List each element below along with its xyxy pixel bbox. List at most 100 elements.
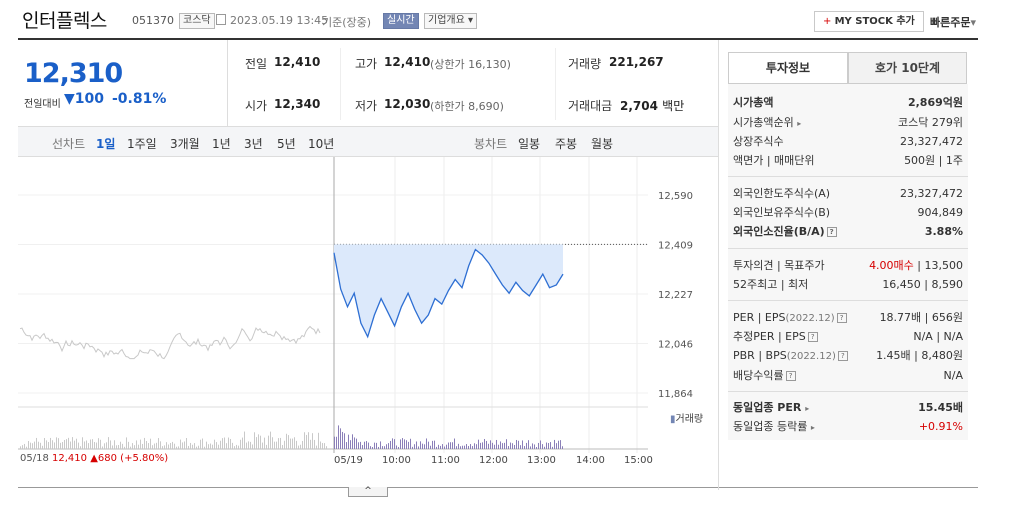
tab-monthly[interactable]: 월봉 — [591, 135, 613, 152]
help-icon[interactable]: ? — [826, 227, 837, 237]
tab-3year[interactable]: 3년 — [244, 135, 263, 152]
help-icon[interactable]: ? — [836, 313, 847, 323]
volume-bar — [126, 437, 127, 449]
volume-bar — [44, 438, 45, 449]
collapse-button[interactable]: ^ — [348, 487, 388, 497]
y-tick-label: 12,046 — [658, 340, 693, 351]
volume-bar — [290, 438, 291, 449]
volume-bar — [244, 431, 245, 449]
y-tick-label: 12,409 — [658, 241, 693, 252]
volume-bar — [556, 443, 557, 449]
x-tick-label: 15:00 — [624, 455, 653, 466]
tab-1week[interactable]: 1주일 — [127, 135, 157, 152]
sector-rate-row[interactable]: 동일업종 등락률 ▸ +0.91% — [733, 419, 963, 435]
tab-10year[interactable]: 10년 — [308, 135, 334, 152]
volume-bar — [362, 445, 363, 449]
y-tick-label: 12,590 — [658, 191, 693, 202]
sector-per-value: 15.45배 — [918, 401, 963, 414]
realtime-badge: 실시간 — [383, 13, 419, 29]
my-stock-button[interactable]: + MY STOCK 추가 — [814, 11, 924, 32]
volume-bar — [446, 444, 447, 449]
volume-bar — [496, 439, 497, 449]
help-icon[interactable]: ? — [837, 351, 848, 361]
sector-per-label: 동일업종 PER — [733, 401, 802, 414]
quick-order-button[interactable]: 빠른주문▾ — [930, 14, 976, 30]
per-value: 18.77배 | 656원 — [879, 311, 963, 324]
divider — [728, 300, 968, 301]
company-overview-button[interactable]: 기업개요 ▾ — [424, 13, 478, 29]
volume-bar — [292, 438, 293, 449]
volume-bar — [178, 446, 179, 449]
est-per-value: N/A | N/A — [913, 330, 963, 343]
volume-bar — [122, 443, 123, 449]
help-icon[interactable]: ? — [807, 332, 818, 342]
opinion-row: 투자의견 | 목표주가 4.00매수 | 13,500 — [733, 258, 963, 274]
tab-order-book[interactable]: 호가 10단계 — [848, 52, 967, 84]
volume-bar — [380, 441, 381, 449]
par-row: 액면가 | 매매단위 500원 | 1주 — [733, 153, 963, 169]
chevron-right-icon: ▸ — [810, 423, 815, 432]
tab-5year[interactable]: 5년 — [277, 135, 296, 152]
price-chart: 12,590 12,409 12,227 12,046 11,864 05/19 10:0… — [18, 157, 693, 466]
volume-bar — [338, 425, 339, 449]
volume-bar — [136, 440, 137, 449]
tab-1day[interactable]: 1일 — [96, 135, 115, 152]
volume-bar — [110, 440, 111, 449]
plus-icon: + — [823, 16, 832, 27]
help-icon[interactable]: ? — [785, 371, 796, 381]
volume-bar — [236, 444, 237, 449]
volume-bar — [348, 434, 349, 449]
low-label: 저가 — [355, 99, 378, 113]
volume-bar — [376, 442, 377, 449]
chevron-right-icon: ▸ — [797, 119, 802, 128]
w52-value: 16,450 | 8,590 — [882, 278, 963, 291]
tab-3month[interactable]: 3개월 — [170, 135, 200, 152]
tab-invest-info[interactable]: 투자정보 — [728, 52, 848, 84]
volume-bar — [530, 446, 531, 449]
volume-bar — [540, 440, 541, 449]
high-label: 고가 — [355, 57, 378, 71]
volume-bar — [488, 443, 489, 449]
volume-bar — [498, 444, 499, 449]
volume-bar — [38, 441, 39, 449]
volume-bar — [154, 443, 155, 449]
par-value: 500원 | 1주 — [904, 154, 963, 167]
tab-weekly[interactable]: 주봉 — [555, 135, 577, 152]
company-overview-label: 기업개요 — [428, 15, 465, 26]
line-chart-label: 선차트 — [52, 137, 86, 151]
par-label: 액면가 | 매매단위 — [733, 154, 815, 167]
volume-bar — [156, 442, 157, 449]
volume-bar — [552, 446, 553, 449]
volume-bar — [562, 446, 563, 449]
volume-bar — [198, 445, 199, 449]
volume-bar — [360, 441, 361, 449]
volume-bar — [88, 443, 89, 449]
rank-row[interactable]: 시가총액순위 ▸ 코스닥 279위 — [733, 115, 963, 131]
volume-bar — [114, 440, 115, 449]
volume-bar — [416, 441, 417, 449]
tab-1year[interactable]: 1년 — [212, 135, 231, 152]
open-label: 시가 — [245, 99, 268, 113]
volume-bar — [116, 445, 117, 449]
stock-code: 051370 — [132, 14, 174, 27]
volume-bar — [32, 443, 33, 449]
volume-bar — [408, 441, 409, 449]
volume-bar — [144, 437, 145, 449]
volume-bar — [192, 444, 193, 449]
volume-bar — [268, 435, 269, 449]
volume-bar — [492, 442, 493, 449]
change-label: 전일대비 — [24, 99, 61, 110]
tab-daily[interactable]: 일봉 — [518, 135, 540, 152]
volume-bar — [304, 432, 305, 449]
volume-bar — [82, 437, 83, 449]
volume-bar — [190, 442, 191, 449]
volume-bar — [22, 445, 23, 449]
volume-bar — [448, 442, 449, 449]
volume-bar — [388, 443, 389, 449]
volume-bar — [534, 444, 535, 449]
volume-bar — [428, 441, 429, 449]
volume-bar — [464, 445, 465, 449]
volume-bar — [462, 445, 463, 449]
sector-per-row[interactable]: 동일업종 PER ▸ 15.45배 — [733, 400, 963, 416]
volume-bar — [294, 437, 295, 449]
